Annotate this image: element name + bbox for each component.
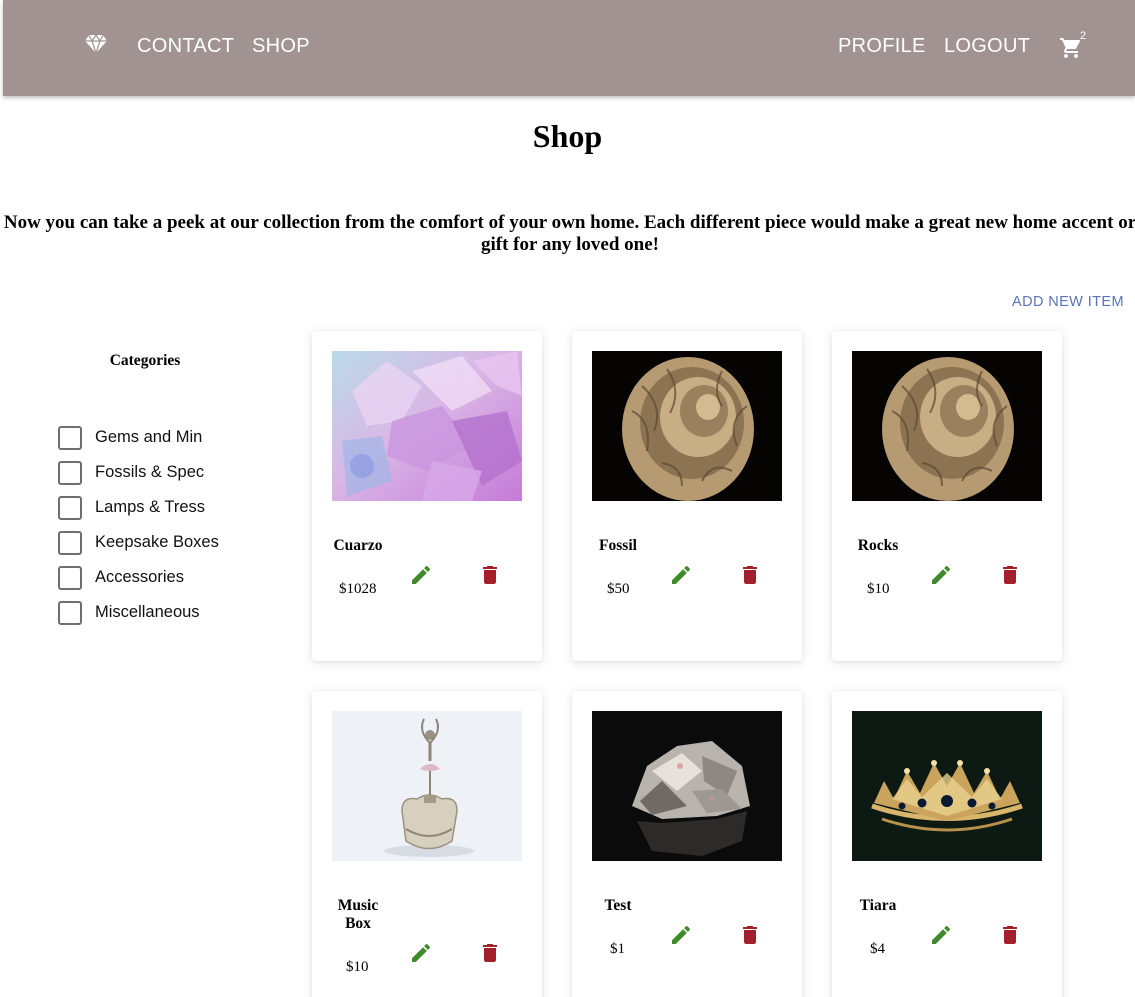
product-card: Tiara $4 <box>832 691 1062 997</box>
edit-icon[interactable] <box>669 563 693 587</box>
delete-icon[interactable] <box>998 923 1022 947</box>
product-price: $10 <box>867 581 890 597</box>
category-item[interactable]: Accessories <box>58 560 219 595</box>
product-card: Cuarzo $1028 <box>312 331 542 661</box>
category-label: Gems and Min <box>95 428 203 446</box>
category-label: Lamps & Tress <box>95 498 206 516</box>
delete-icon[interactable] <box>478 941 502 965</box>
delete-icon[interactable] <box>738 923 762 947</box>
product-card: Test $1 <box>572 691 802 997</box>
category-filter-list: Gems and Min Fossils & Spec Lamps & Tres… <box>58 420 219 630</box>
nav-profile-link[interactable]: PROFILE <box>838 33 926 59</box>
mineral-rock-image <box>592 711 782 861</box>
add-new-item-button[interactable]: ADD NEW ITEM <box>1012 294 1124 310</box>
category-checkbox[interactable] <box>58 460 82 485</box>
categories-heading: Categories <box>109 352 181 369</box>
diamond-icon[interactable] <box>85 34 107 54</box>
product-price: $4 <box>870 941 885 957</box>
product-name: Cuarzo <box>333 537 383 554</box>
category-checkbox[interactable] <box>58 425 82 450</box>
product-name: Music Box <box>337 897 379 932</box>
product-card: Rocks $10 <box>832 331 1062 661</box>
category-label: Fossils & Spec <box>95 463 205 481</box>
ammonite-fossil-image <box>852 351 1042 501</box>
category-checkbox[interactable] <box>58 530 82 555</box>
edit-icon[interactable] <box>409 563 433 587</box>
product-price: $10 <box>346 959 369 975</box>
delete-icon[interactable] <box>738 563 762 587</box>
edit-icon[interactable] <box>929 923 953 947</box>
product-name: Rocks <box>857 537 899 554</box>
product-image <box>852 351 1042 501</box>
gold-tiara-image <box>852 711 1042 861</box>
nav-shop-link[interactable]: SHOP <box>252 33 310 59</box>
nav-contact-link[interactable]: CONTACT <box>137 33 234 59</box>
ammonite-fossil-image <box>592 351 782 501</box>
nav-logout-link[interactable]: LOGOUT <box>944 33 1030 59</box>
cart-count-badge: 2 <box>1080 30 1087 42</box>
edit-icon[interactable] <box>929 563 953 587</box>
product-image <box>332 711 522 861</box>
category-label: Miscellaneous <box>95 603 200 621</box>
product-image <box>592 351 782 501</box>
product-price: $1 <box>610 941 625 957</box>
category-label: Keepsake Boxes <box>95 533 219 551</box>
product-image <box>332 351 522 501</box>
category-label: Accessories <box>95 568 184 586</box>
product-card: Music Box $10 <box>312 691 542 997</box>
delete-icon[interactable] <box>998 563 1022 587</box>
category-checkbox[interactable] <box>58 565 82 590</box>
ballerina-music-box-image <box>332 711 522 861</box>
category-checkbox[interactable] <box>58 495 82 520</box>
product-card: Fossil $50 <box>572 331 802 661</box>
edit-icon[interactable] <box>669 923 693 947</box>
product-image <box>852 711 1042 861</box>
delete-icon[interactable] <box>478 563 502 587</box>
product-image <box>592 711 782 861</box>
category-item[interactable]: Fossils & Spec <box>58 455 219 490</box>
shop-intro-text: Now you can take a peek at our collectio… <box>3 212 1135 255</box>
page-title: Shop <box>532 118 603 154</box>
category-item[interactable]: Miscellaneous <box>58 595 219 630</box>
product-name: Fossil <box>599 537 637 554</box>
product-name: Tiara <box>859 897 897 914</box>
category-item[interactable]: Lamps & Tress <box>58 490 219 525</box>
product-price: $50 <box>607 581 630 597</box>
category-checkbox[interactable] <box>58 600 82 625</box>
product-name: Test <box>604 897 632 914</box>
edit-icon[interactable] <box>409 941 433 965</box>
category-item[interactable]: Gems and Min <box>58 420 219 455</box>
category-item[interactable]: Keepsake Boxes <box>58 525 219 560</box>
amethyst-quartz-image <box>332 351 522 501</box>
product-price: $1028 <box>339 581 377 597</box>
